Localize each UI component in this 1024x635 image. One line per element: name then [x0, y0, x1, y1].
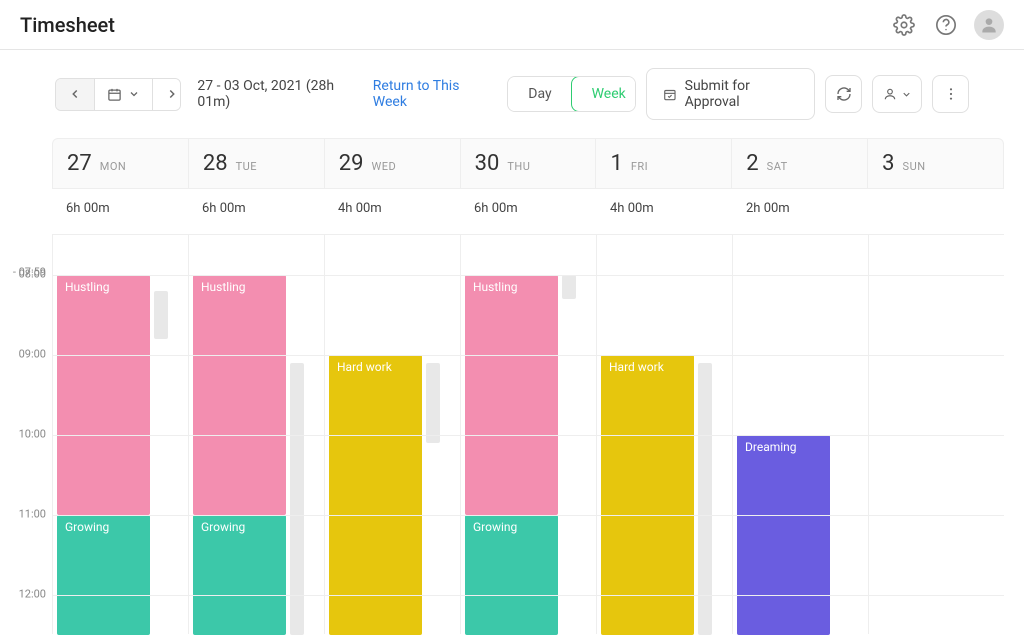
day-total — [868, 189, 1004, 234]
time-label: 10:00 — [19, 428, 46, 441]
hour-gridline — [52, 595, 1004, 596]
timesheet-event[interactable]: Growing — [57, 515, 150, 635]
day-of-week: TUE — [236, 160, 257, 173]
tracked-ghost-bar — [562, 275, 576, 299]
time-label: 08:00 — [19, 268, 46, 281]
person-icon — [883, 87, 897, 101]
refresh-button[interactable] — [825, 75, 862, 113]
timesheet-event[interactable]: Hustling — [57, 275, 150, 515]
calendar: 27MON28TUE29WED30THU1FRI2SAT3SUN 6h 00m6… — [0, 138, 1024, 634]
time-label: 11:00 — [19, 508, 46, 521]
time-label: 12:00 — [19, 588, 46, 601]
hour-gridline — [52, 515, 1004, 516]
calendar-check-icon — [663, 87, 677, 102]
day-number: 29 — [339, 151, 364, 176]
chevron-right-icon — [165, 87, 179, 101]
topbar: Timesheet — [0, 0, 1024, 50]
tracked-ghost-bar — [426, 363, 440, 443]
hour-gridline — [52, 355, 1004, 356]
day-header[interactable]: 27 MON — [53, 139, 188, 188]
day-header[interactable]: 2 SAT — [731, 139, 867, 188]
person-icon — [979, 15, 999, 35]
hour-gridline — [52, 275, 1004, 276]
day-of-week: SAT — [767, 160, 788, 173]
page-title: Timesheet — [20, 13, 115, 37]
day-header[interactable]: 29 WED — [324, 139, 460, 188]
time-gutter: - 07:5908:0009:0010:0011:0012:00 — [8, 234, 52, 634]
timesheet-event[interactable]: Dreaming — [737, 435, 830, 635]
time-label: 09:00 — [19, 348, 46, 361]
day-total: 2h 00m — [732, 189, 868, 234]
topbar-actions — [890, 10, 1004, 40]
date-range-label: 27 - 03 Oct, 2021 (28h 01m) — [197, 78, 356, 110]
day-header[interactable]: 30 THU — [460, 139, 596, 188]
timesheet-event[interactable]: Hard work — [329, 355, 422, 635]
day-number: 2 — [746, 151, 758, 176]
day-number: 30 — [475, 151, 500, 176]
return-this-week-link[interactable]: Return to This Week — [373, 78, 487, 110]
timesheet-event[interactable]: Growing — [465, 515, 558, 635]
day-of-week: FRI — [631, 160, 648, 173]
chevron-left-icon — [68, 87, 82, 101]
help-icon — [935, 14, 957, 36]
day-total: 6h 00m — [188, 189, 324, 234]
day-of-week: THU — [507, 160, 530, 173]
date-nav-group — [55, 78, 181, 111]
day-of-week: MON — [100, 160, 127, 173]
day-totals-row: 6h 00m6h 00m4h 00m6h 00m4h 00m2h 00m — [52, 189, 1004, 234]
gear-icon — [893, 14, 915, 36]
day-total: 6h 00m — [52, 189, 188, 234]
day-header[interactable]: 28 TUE — [188, 139, 324, 188]
timesheet-grid: - 07:5908:0009:0010:0011:0012:00 Hustlin… — [8, 234, 1004, 634]
day-number: 1 — [610, 151, 622, 176]
settings-button[interactable] — [890, 11, 918, 39]
more-menu-button[interactable] — [932, 75, 969, 113]
timesheet-event[interactable]: Hustling — [465, 275, 558, 515]
prev-week-button[interactable] — [56, 79, 94, 110]
help-button[interactable] — [932, 11, 960, 39]
day-columns: HustlingGrowingHustlingGrowingHard workH… — [52, 234, 1004, 634]
timesheet-event[interactable]: Growing — [193, 515, 286, 635]
view-switch: Day Week — [507, 76, 636, 112]
day-number: 27 — [67, 151, 92, 176]
hour-gridline — [52, 435, 1004, 436]
day-header[interactable]: 3 SUN — [867, 139, 1003, 188]
day-total: 6h 00m — [460, 189, 596, 234]
kebab-icon — [943, 86, 959, 102]
submit-approval-button[interactable]: Submit for Approval — [646, 68, 815, 120]
next-week-button[interactable] — [152, 79, 181, 110]
chevron-down-icon — [128, 88, 140, 100]
timesheet-event[interactable]: Hustling — [193, 275, 286, 515]
day-total: 4h 00m — [596, 189, 732, 234]
submit-approval-label: Submit for Approval — [685, 78, 798, 110]
person-filter-button[interactable] — [872, 75, 922, 113]
day-total: 4h 00m — [324, 189, 460, 234]
toolbar: 27 - 03 Oct, 2021 (28h 01m) Return to Th… — [0, 50, 1024, 138]
day-number: 3 — [882, 151, 894, 176]
timesheet-event[interactable]: Hard work — [601, 355, 694, 635]
view-week-tab[interactable]: Week — [571, 76, 636, 112]
view-day-tab[interactable]: Day — [508, 77, 571, 111]
day-header-row: 27 MON 28 TUE 29 WED 30 THU 1 FRI 2 SAT 3 SUN — [52, 138, 1004, 189]
day-of-week: SUN — [903, 160, 926, 173]
user-avatar[interactable] — [974, 10, 1004, 40]
chevron-down-icon — [901, 89, 912, 100]
day-of-week: WED — [371, 160, 396, 173]
calendar-icon — [107, 87, 122, 102]
day-header[interactable]: 1 FRI — [595, 139, 731, 188]
tracked-ghost-bar — [154, 291, 168, 339]
refresh-icon — [836, 86, 852, 102]
date-picker-button[interactable] — [94, 79, 152, 110]
day-number: 28 — [203, 151, 228, 176]
